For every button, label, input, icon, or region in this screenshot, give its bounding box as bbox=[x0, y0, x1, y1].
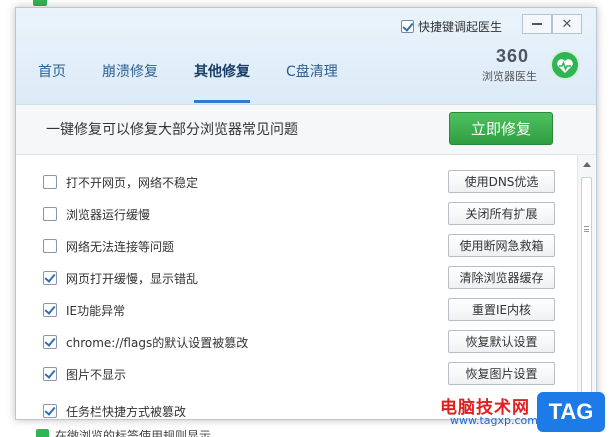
tab-home[interactable]: 首页 bbox=[38, 61, 66, 103]
app-logo: 360 浏览器医生 bbox=[482, 46, 582, 86]
item-checkbox[interactable] bbox=[43, 207, 57, 221]
background-option-label: 在微浏览的标签使用规则显示 bbox=[55, 429, 212, 437]
list-item: 图片不显示 恢复图片设置 bbox=[16, 358, 576, 390]
browser-doctor-dialog: 快捷键调起医生 ✕ 首页 崩溃修复 其他修复 C盘清理 360 浏览器医生 一键… bbox=[15, 7, 597, 420]
tab-c-drive-cleanup[interactable]: C盘清理 bbox=[286, 61, 338, 103]
list-item: 网页打开缓慢，显示错乱 清除浏览器缓存 bbox=[16, 262, 576, 294]
logo-subtitle: 浏览器医生 bbox=[482, 70, 537, 83]
tab-bar: 首页 崩溃修复 其他修复 C盘清理 bbox=[38, 61, 374, 103]
grip-icon bbox=[584, 226, 589, 232]
banner-text: 一键修复可以修复大部分浏览器常见问题 bbox=[46, 122, 298, 138]
reset-ie-button[interactable]: 重置IE内核 bbox=[448, 298, 555, 321]
item-checkbox[interactable] bbox=[43, 175, 57, 189]
list-item: 打不开网页，网络不稳定 使用DNS优选 bbox=[16, 166, 576, 198]
repair-banner: 一键修复可以修复大部分浏览器常见问题 立即修复 bbox=[16, 105, 596, 155]
close-button[interactable]: ✕ bbox=[552, 14, 582, 34]
item-label: 图片不显示 bbox=[66, 368, 127, 382]
item-checkbox[interactable] bbox=[43, 303, 57, 317]
item-label: 网页打开缓慢，显示错乱 bbox=[66, 272, 199, 286]
background-option: 在微浏览的标签使用规则显示 bbox=[36, 427, 211, 437]
list-item: chrome://flags的默认设置被篡改 恢复默认设置 bbox=[16, 326, 576, 358]
item-checkbox[interactable] bbox=[43, 404, 57, 418]
watermark-tag: TAG bbox=[537, 392, 605, 432]
tab-other-repair[interactable]: 其他修复 bbox=[194, 61, 250, 103]
network-rescue-button[interactable]: 使用断网急救箱 bbox=[448, 234, 555, 257]
use-dns-button[interactable]: 使用DNS优选 bbox=[448, 170, 555, 193]
restore-images-button[interactable]: 恢复图片设置 bbox=[448, 362, 555, 385]
dialog-header: 快捷键调起医生 ✕ 首页 崩溃修复 其他修复 C盘清理 360 浏览器医生 bbox=[16, 8, 596, 105]
list-item: 浏览器运行缓慢 关闭所有扩展 bbox=[16, 198, 576, 230]
item-checkbox[interactable] bbox=[43, 271, 57, 285]
item-label: 任务栏快捷方式被篡改 bbox=[66, 405, 187, 419]
hotkey-label: 快捷键调起医生 bbox=[418, 20, 503, 34]
item-checkbox[interactable] bbox=[43, 239, 57, 253]
item-checkbox[interactable] bbox=[43, 335, 57, 349]
list-scrollbar[interactable] bbox=[577, 155, 595, 419]
background-checkbox bbox=[36, 429, 49, 437]
repair-list: 打不开网页，网络不稳定 使用DNS优选 浏览器运行缓慢 关闭所有扩展 网络无法连… bbox=[16, 155, 576, 419]
clear-cache-button[interactable]: 清除浏览器缓存 bbox=[448, 266, 555, 289]
restore-defaults-button[interactable]: 恢复默认设置 bbox=[448, 330, 555, 353]
heart-pulse-icon bbox=[550, 50, 580, 80]
item-label: 打不开网页，网络不稳定 bbox=[66, 176, 199, 190]
disable-extensions-button[interactable]: 关闭所有扩展 bbox=[448, 202, 555, 225]
hotkey-option[interactable]: 快捷键调起医生 bbox=[401, 18, 502, 35]
item-checkbox[interactable] bbox=[43, 367, 57, 381]
item-label: 网络无法连接等问题 bbox=[66, 240, 175, 254]
list-item: IE功能异常 重置IE内核 bbox=[16, 294, 576, 326]
tab-crash-repair[interactable]: 崩溃修复 bbox=[102, 61, 158, 103]
item-label: IE功能异常 bbox=[66, 304, 126, 318]
minimize-button[interactable] bbox=[522, 14, 552, 34]
logo-number: 360 bbox=[496, 46, 530, 66]
item-label: 浏览器运行缓慢 bbox=[66, 208, 151, 222]
scroll-up-icon[interactable] bbox=[583, 162, 591, 167]
item-label: chrome://flags的默认设置被篡改 bbox=[66, 336, 249, 350]
repair-now-button[interactable]: 立即修复 bbox=[449, 112, 553, 145]
hotkey-checkbox[interactable] bbox=[401, 20, 414, 33]
list-item: 网络无法连接等问题 使用断网急救箱 bbox=[16, 230, 576, 262]
scroll-thumb[interactable] bbox=[581, 177, 592, 407]
watermark-url: www.tagxp.com bbox=[450, 414, 538, 427]
background-checkbox bbox=[33, 0, 47, 6]
